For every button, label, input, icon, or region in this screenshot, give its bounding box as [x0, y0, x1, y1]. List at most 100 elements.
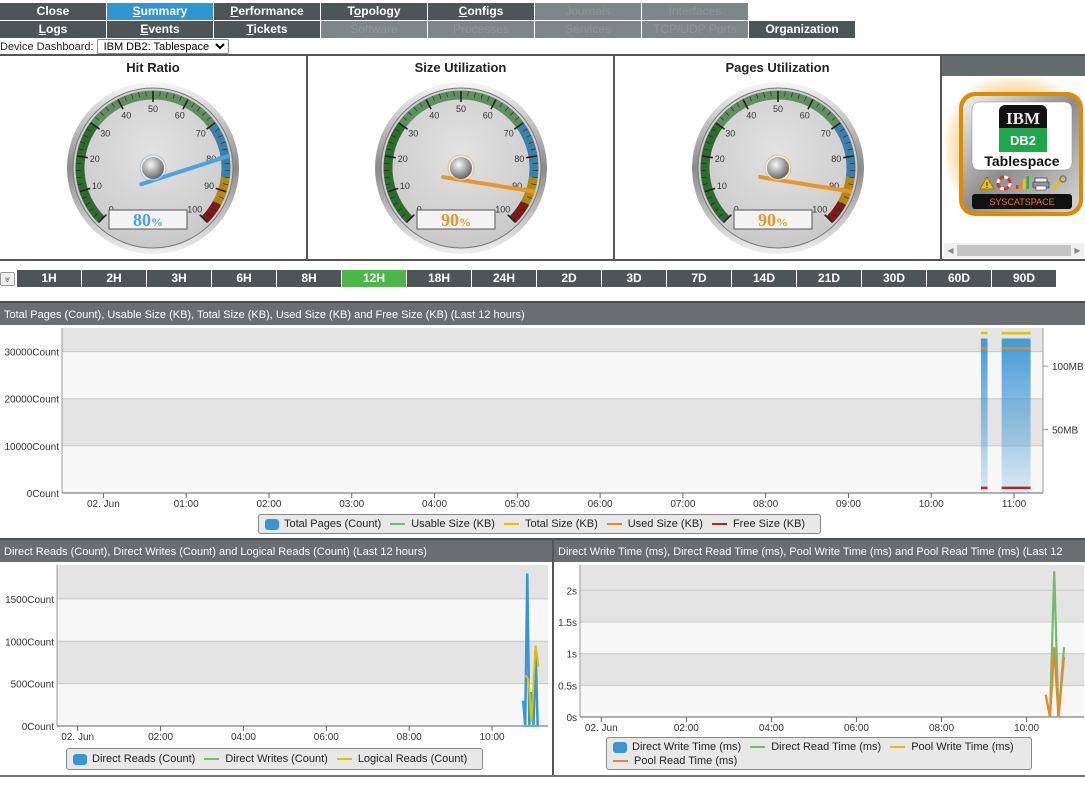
y-tick-label: 2s [566, 586, 577, 597]
gauge-pages-utilization: 010203040506070809010090% [691, 82, 864, 254]
grid-band [580, 653, 1084, 686]
legend-item-direct-read-time-ms[interactable]: Direct Read Time (ms) [750, 741, 881, 753]
tab-label: Journals [565, 4, 611, 18]
gauge-tick-label: 70 [196, 128, 206, 138]
gauge-tick-label: 60 [482, 110, 492, 120]
tab-label: Organization [765, 22, 839, 36]
tab-tickets[interactable]: Tickets [214, 21, 320, 38]
legend-item-total-size-kb[interactable]: Total Size (KB) [503, 518, 598, 530]
legend-item-pool-read-time-ms[interactable]: Pool Read Time (ms) [613, 755, 737, 767]
time-range-8h[interactable]: 8H [277, 270, 341, 287]
y-right-tick-label: 50MB [1052, 426, 1078, 437]
tab-label: Services [564, 22, 611, 36]
device-dashboard-selector: Device Dashboard: IBM DB2: Tablespace [0, 39, 229, 54]
gauge-title: Pages Utilization [725, 60, 830, 75]
x-tick-label: 08:00 [753, 499, 778, 510]
y-tick-label: 1000Count [5, 637, 54, 648]
legend-item-used-size-kb[interactable]: Used Size (KB) [606, 518, 703, 530]
legend-item-direct-write-time-ms[interactable]: Direct Write Time (ms) [613, 741, 741, 753]
legend-item-free-size-kb[interactable]: Free Size (KB) [711, 518, 806, 530]
device-badge[interactable]: IBM DB2 Tablespace ! SYSCATSPACE [942, 78, 1085, 243]
gauge-panel-hit-ratio: Hit Ratio 010203040506070809010080% [0, 56, 308, 261]
gauge-tick-label: 30 [100, 128, 110, 138]
legend-item-direct-writes-count[interactable]: Direct Writes (Count) [204, 753, 328, 765]
x-tick-label: 10:00 [1014, 723, 1039, 734]
device-dashboard-label: Device Dashboard: [0, 40, 94, 53]
tab-summary[interactable]: Summary [107, 3, 213, 20]
tab-events[interactable]: Events [107, 21, 213, 38]
gauge-tick-label: 90 [204, 181, 214, 191]
tab-logs[interactable]: Logs [0, 21, 106, 38]
gauge-tick-label: 30 [725, 128, 735, 138]
y-tick-label: 0.5s [558, 681, 577, 692]
collapse-icon[interactable]: ⩔ [0, 271, 15, 286]
time-range-90d[interactable]: 90D [992, 270, 1056, 287]
legend-item-logical-reads-count[interactable]: Logical Reads (Count) [336, 753, 468, 765]
legend-swatch [606, 523, 622, 525]
gauge-tick-label: 50 [148, 104, 158, 114]
legend-label: Direct Writes (Count) [225, 753, 328, 765]
device-dashboard-select[interactable]: IBM DB2: Tablespace [96, 39, 229, 54]
time-range-24h[interactable]: 24H [472, 270, 536, 287]
legend-label: Logical Reads (Count) [357, 753, 468, 765]
tab-close[interactable]: Close [0, 3, 106, 20]
x-tick-label: 02. Jun [61, 732, 94, 743]
tab-configs[interactable]: Configs [428, 3, 534, 20]
gauge-panel-pages-utilization: Pages Utilization 0102030405060708090100… [615, 56, 942, 261]
gauge-tick-label: 30 [408, 128, 418, 138]
chart-legend: Direct Write Time (ms) Direct Read Time (… [606, 737, 1032, 770]
time-range-2h[interactable]: 2H [82, 270, 146, 287]
time-range-12h[interactable]: 12H [342, 270, 406, 287]
time-range-selector: ⩔ 1H 2H 3H 6H 8H 12H 18H 24H 2D 3D 7D 14D 21D 30D 60D 9… [0, 270, 1057, 287]
tab-organization[interactable]: Organization [749, 21, 855, 38]
tab-topology[interactable]: Topology [321, 3, 427, 20]
gauge-title: Hit Ratio [126, 60, 180, 75]
time-range-21d[interactable]: 21D [797, 270, 861, 287]
legend-label: Pool Read Time (ms) [634, 755, 738, 767]
legend-swatch [750, 746, 766, 748]
tab-performance[interactable]: Performance [214, 3, 320, 20]
x-tick-label: 09:00 [836, 499, 861, 510]
time-range-14d[interactable]: 14D [732, 270, 796, 287]
scroll-right-icon[interactable]: ▶ [1071, 246, 1084, 255]
legend-swatch [73, 753, 87, 765]
time-range-1h[interactable]: 1H [17, 270, 81, 287]
x-tick-label: 02. Jun [585, 723, 618, 734]
scroll-thumb[interactable] [957, 245, 1071, 256]
time-range-2d[interactable]: 2D [537, 270, 601, 287]
x-tick-label: 04:00 [231, 732, 256, 743]
legend-item-pool-write-time-ms[interactable]: Pool Write Time (ms) [890, 741, 1014, 753]
x-tick-label: 06:00 [588, 499, 613, 510]
tab-interfaces: Interfaces [642, 3, 748, 20]
x-tick-label: 06:00 [844, 723, 869, 734]
time-range-6h[interactable]: 6H [212, 270, 276, 287]
y-right-tick-label: 100MB [1052, 362, 1084, 373]
scroll-left-icon[interactable]: ◀ [944, 246, 957, 255]
time-range-60d[interactable]: 60D [927, 270, 991, 287]
time-range-3h[interactable]: 3H [147, 270, 211, 287]
time-range-18h[interactable]: 18H [407, 270, 471, 287]
time-range-3d[interactable]: 3D [602, 270, 666, 287]
tab-label: TCP/UDP Ports [653, 22, 737, 36]
device-icon-panel: IBM DB2 Tablespace ! SYSCATSPACE ◀ ▶ [942, 56, 1085, 261]
svg-text:DB2: DB2 [1010, 133, 1036, 148]
x-tick-label: 01:00 [174, 499, 199, 510]
chart-title: Direct Reads (Count), Direct Writes (Cou… [0, 538, 552, 562]
legend-item-total-pages-count[interactable]: Total Pages (Count) [265, 518, 381, 530]
legend-item-direct-reads-count[interactable]: Direct Reads (Count) [73, 753, 195, 765]
grid-band [62, 328, 1043, 352]
time-range-30d[interactable]: 30D [862, 270, 926, 287]
legend-item-usable-size-kb[interactable]: Usable Size (KB) [390, 518, 495, 530]
tab-label: Software [350, 22, 398, 36]
tab-label: Topology [347, 4, 401, 18]
gauge-tick-label: 100 [812, 205, 827, 215]
x-tick-label: 05:00 [505, 499, 530, 510]
legend-label: Free Size (KB) [732, 518, 806, 530]
time-range-7d[interactable]: 7D [667, 270, 731, 287]
legend-swatch [265, 518, 279, 530]
nav-tabs: Close Summary Performance Topology Configs Jo… [0, 3, 856, 39]
x-tick-label: 02:00 [256, 499, 281, 510]
horizontal-scrollbar[interactable]: ◀ ▶ [944, 243, 1084, 258]
tab-tcp-udp-ports: TCP/UDP Ports [642, 21, 748, 38]
legend-swatch [503, 523, 519, 525]
